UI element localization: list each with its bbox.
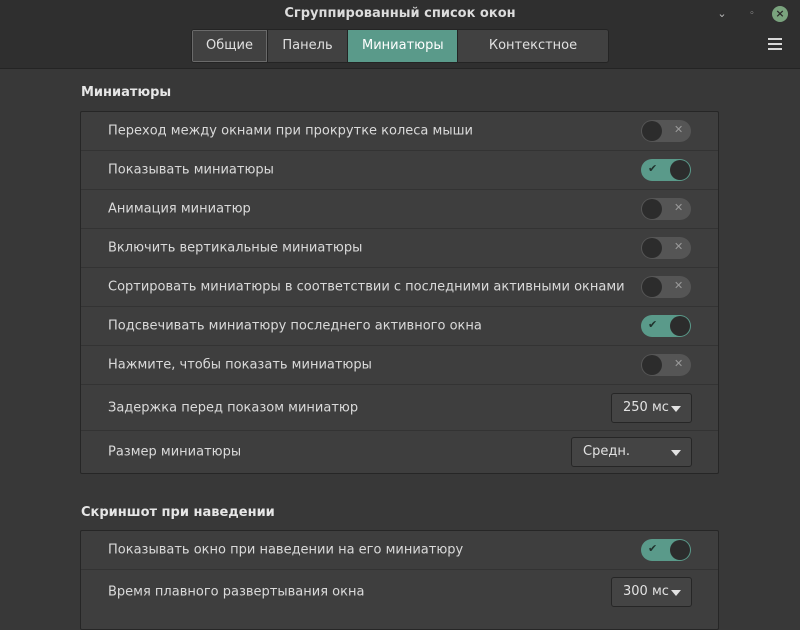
section-title-hover: Скриншот при наведении [81, 505, 275, 520]
setting-row: Показывать миниатюры ✔ [81, 151, 718, 190]
delay-dropdown[interactable]: 250 мс [611, 392, 692, 423]
highlight-last-toggle[interactable]: ✔ [641, 315, 691, 337]
size-value: Средн. [583, 444, 630, 459]
setting-row: Подсвечивать миниатюру последнего активн… [81, 307, 718, 346]
maximize-icon[interactable]: ◦ [744, 6, 760, 22]
on-mark-icon: ✔ [648, 542, 658, 555]
setting-label: Анимация миниатюр [108, 201, 251, 217]
hover-panel: Показывать окно при наведении на его мин… [80, 530, 719, 630]
off-mark-icon: ✕ [674, 123, 684, 136]
menu-icon[interactable] [768, 38, 782, 52]
header-bar: Сгруппированный список окон ⌄ ◦ × Общие … [0, 0, 800, 69]
setting-label: Задержка перед показом миниатюр [108, 400, 359, 415]
tab-bar: Общие Панель Миниатюры Контекстное меню [191, 29, 609, 63]
setting-label: Показывать миниатюры [108, 162, 274, 178]
show-thumbnails-toggle[interactable]: ✔ [641, 159, 691, 181]
tab-general[interactable]: Общие [192, 30, 268, 62]
dropdown-arrow-icon [671, 450, 681, 456]
setting-row: Показывать окно при наведении на его мин… [81, 531, 718, 570]
setting-row: Размер миниатюры Средн. [81, 431, 718, 473]
tab-panel[interactable]: Панель [268, 30, 348, 62]
click-to-show-toggle[interactable]: ✕ [641, 354, 691, 376]
animation-toggle[interactable]: ✕ [641, 198, 691, 220]
fade-time-value: 300 мс [623, 584, 669, 599]
on-mark-icon: ✔ [648, 318, 658, 331]
setting-label: Показывать окно при наведении на его мин… [108, 542, 464, 558]
delay-value: 250 мс [623, 399, 669, 415]
setting-row: Анимация миниатюр ✕ [81, 190, 718, 229]
setting-row: Задержка перед показом миниатюр 250 мс [81, 385, 718, 431]
vertical-thumbnails-toggle[interactable]: ✕ [641, 237, 691, 259]
scroll-switch-toggle[interactable]: ✕ [641, 120, 691, 142]
setting-label: Подсвечивать миниатюру последнего активн… [108, 318, 482, 334]
setting-row: Переход между окнами при прокрутке колес… [81, 112, 718, 151]
setting-row: Время плавного развертывания окна 300 мс [81, 570, 718, 614]
off-mark-icon: ✕ [674, 201, 684, 214]
off-mark-icon: ✕ [674, 240, 684, 253]
minimize-icon[interactable]: ⌄ [714, 6, 730, 22]
setting-row: Сортировать миниатюры в соответствии с п… [81, 268, 718, 307]
setting-label: Включить вертикальные миниатюры [108, 240, 363, 256]
window-title: Сгруппированный список окон [284, 6, 516, 21]
dropdown-arrow-icon [671, 590, 681, 596]
tab-thumbnails[interactable]: Миниатюры [348, 30, 458, 62]
setting-row: Нажмите, чтобы показать миниатюры ✕ [81, 346, 718, 385]
sort-thumbnails-toggle[interactable]: ✕ [641, 276, 691, 298]
setting-label: Нажмите, чтобы показать миниатюры [108, 357, 372, 373]
setting-label: Переход между окнами при прокрутке колес… [108, 123, 473, 139]
section-title-thumbnails: Миниатюры [81, 85, 172, 100]
size-dropdown[interactable]: Средн. [571, 437, 692, 467]
close-icon[interactable]: × [772, 6, 788, 22]
setting-row: Включить вертикальные миниатюры ✕ [81, 229, 718, 268]
thumbnails-panel: Переход между окнами при прокрутке колес… [80, 111, 719, 474]
on-mark-icon: ✔ [648, 162, 658, 175]
setting-label: Время плавного развертывания окна [108, 584, 365, 600]
fade-time-dropdown[interactable]: 300 мс [611, 577, 692, 607]
off-mark-icon: ✕ [674, 357, 684, 370]
setting-label: Размер миниатюры [108, 444, 242, 460]
show-window-on-hover-toggle[interactable]: ✔ [641, 539, 691, 561]
dropdown-arrow-icon [671, 405, 681, 412]
tab-context-menu[interactable]: Контекстное меню [458, 30, 608, 62]
setting-label: Сортировать миниатюры в соответствии с п… [108, 279, 625, 295]
off-mark-icon: ✕ [674, 279, 684, 292]
